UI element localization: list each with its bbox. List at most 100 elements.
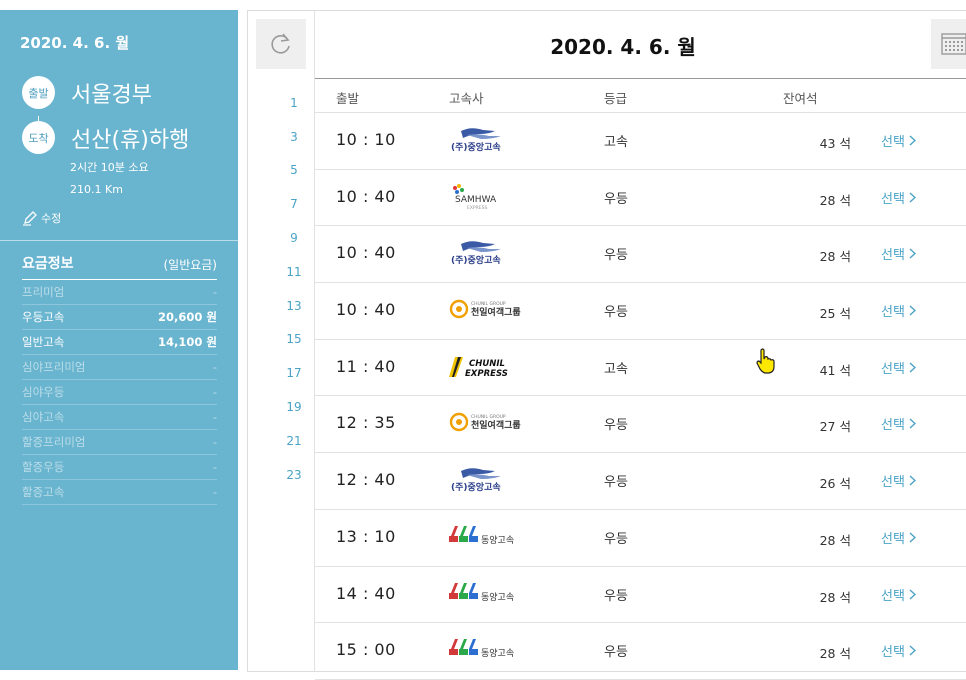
- sidebar-divider: [0, 240, 238, 241]
- select-button[interactable]: 선택: [881, 641, 916, 660]
- bus-grade: 고속: [604, 361, 628, 377]
- select-button[interactable]: 선택: [881, 528, 916, 547]
- hour-filter-list: 1 3 5 7 9 11 13 15 17 19 21 23: [248, 86, 314, 492]
- hour-filter-item[interactable]: 13: [248, 289, 314, 323]
- remaining-seats: 43 석: [785, 133, 851, 152]
- hour-filter-item[interactable]: 3: [248, 120, 314, 154]
- departure-time: 13 : 10: [336, 526, 396, 546]
- refresh-icon: [271, 33, 290, 54]
- logo-text: 동양고속: [481, 648, 514, 659]
- seat-count: 43: [819, 136, 836, 151]
- fare-price: -: [212, 485, 217, 499]
- table-row: 10 : 40 CHUNIL GROUP 천일여객그룹 우등 25 석 선택: [315, 283, 966, 340]
- select-label: 선택: [881, 305, 905, 321]
- seat-unit: 석: [839, 589, 851, 605]
- remaining-seats: 28 석: [785, 587, 851, 606]
- hour-filter-item[interactable]: 7: [248, 187, 314, 221]
- select-button[interactable]: 선택: [881, 301, 916, 320]
- fare-price: -: [212, 360, 217, 374]
- schedule-date: 2020. 4. 6. 월: [550, 34, 696, 59]
- fare-price: 20,600 원: [158, 310, 217, 324]
- logo-text: (주)중앙고속: [451, 141, 501, 153]
- departure-time: 10 : 40: [336, 186, 396, 206]
- hour-filter-item[interactable]: 19: [248, 390, 314, 424]
- bus-company-logo: (주)중앙고속: [449, 465, 549, 495]
- logo-subtext: EXPRESS: [467, 205, 487, 211]
- logo-subtext: CHUNIL GROUP: [471, 414, 506, 420]
- hour-filter-item[interactable]: 1: [248, 86, 314, 120]
- select-button[interactable]: 선택: [881, 188, 916, 207]
- logo-text: 동양고속: [481, 592, 514, 603]
- logo-text: (주)중앙고속: [451, 254, 501, 266]
- seat-unit: 석: [839, 192, 851, 208]
- seat-unit: 석: [839, 646, 851, 662]
- fare-item: 일반고속 14,100 원: [22, 330, 217, 355]
- select-label: 선택: [881, 361, 905, 377]
- arrival-terminal: 선산(휴)하행: [71, 127, 190, 153]
- edit-label: 수정: [41, 212, 62, 225]
- bus-company-logo: (주)중앙고속: [449, 125, 549, 155]
- column-company: 고속사: [449, 91, 484, 106]
- departure-time: 15 : 00: [336, 640, 396, 660]
- logo-text: CHUNIL: [469, 359, 505, 369]
- edit-route-button[interactable]: 수정: [22, 210, 61, 226]
- table-row: 10 : 40 (주)중앙고속 우등 28 석 선택: [315, 226, 966, 284]
- bus-grade: 우등: [604, 531, 628, 547]
- hour-filter-item[interactable]: 9: [248, 221, 314, 255]
- seat-count: 25: [819, 306, 836, 322]
- hour-filter-item[interactable]: 21: [248, 424, 314, 458]
- seat-unit: 석: [839, 136, 851, 151]
- hour-filter-item[interactable]: 5: [248, 154, 314, 188]
- seat-count: 26: [819, 476, 836, 492]
- departure-time: 11 : 40: [336, 356, 396, 376]
- select-button[interactable]: 선택: [881, 414, 916, 433]
- chevron-right-icon: [909, 135, 916, 146]
- departure-time: 10 : 40: [336, 243, 396, 263]
- column-grade: 등급: [604, 91, 628, 106]
- select-button[interactable]: 선택: [881, 471, 916, 490]
- fare-price: -: [212, 410, 217, 424]
- refresh-button[interactable]: [256, 19, 306, 69]
- select-label: 선택: [881, 475, 905, 491]
- departure-terminal: 서울경부: [71, 82, 152, 108]
- bus-company-logo: 동양고속: [449, 635, 549, 665]
- fare-label: 심야프리미엄: [22, 360, 86, 374]
- hour-filter-item[interactable]: 15: [248, 323, 314, 357]
- fare-item: 프리미엄 -: [22, 280, 217, 305]
- fare-label: 할증프리미엄: [22, 435, 86, 449]
- bus-grade: 우등: [604, 418, 628, 434]
- hand-pointer-icon: [756, 348, 775, 374]
- table-row: 13 : 10 동양고속 우등 28 석 선택: [315, 510, 966, 567]
- fare-label: 할증고속: [22, 485, 65, 499]
- remaining-seats: 28 석: [785, 643, 851, 662]
- fare-label: 프리미엄: [22, 285, 65, 299]
- seat-unit: 석: [839, 532, 851, 548]
- hour-filter-item[interactable]: 17: [248, 356, 314, 390]
- logo-text: 천일여객그룹: [471, 306, 521, 318]
- chevron-right-icon: [909, 645, 916, 656]
- select-label: 선택: [881, 135, 905, 150]
- column-seats: 잔여석: [783, 91, 818, 106]
- select-label: 선택: [881, 418, 905, 434]
- select-button[interactable]: 선택: [881, 244, 916, 263]
- seat-count: 28: [819, 589, 836, 605]
- logo-subtext: CHUNIL GROUP: [471, 301, 506, 307]
- select-button[interactable]: 선택: [881, 131, 916, 150]
- hour-filter-item[interactable]: 23: [248, 458, 314, 492]
- fare-label: 우등고속: [22, 310, 65, 324]
- logo-text: EXPRESS: [465, 369, 508, 379]
- fare-item: 할증고속 -: [22, 480, 217, 505]
- calendar-button[interactable]: [931, 19, 966, 69]
- fare-price: -: [212, 435, 217, 449]
- seat-count: 27: [819, 419, 836, 435]
- chevron-right-icon: [909, 192, 916, 203]
- select-button[interactable]: 선택: [881, 585, 916, 604]
- chevron-right-icon: [909, 588, 916, 600]
- select-button[interactable]: 선택: [881, 358, 916, 377]
- table-row: 15 : 00 동양고속 우등 28 석 선택: [315, 623, 966, 680]
- remaining-seats: 28 석: [785, 190, 851, 209]
- route-sidebar: 2020. 4. 6. 월 출발 서울경부 도착 선산(휴)하행 2시간 10분…: [0, 10, 238, 670]
- hour-filter-item[interactable]: 11: [248, 255, 314, 289]
- table-row: 10 : 10 (주)중앙고속 고속 43 석 선택: [315, 113, 966, 170]
- travel-distance: 210.1 Km: [70, 183, 123, 196]
